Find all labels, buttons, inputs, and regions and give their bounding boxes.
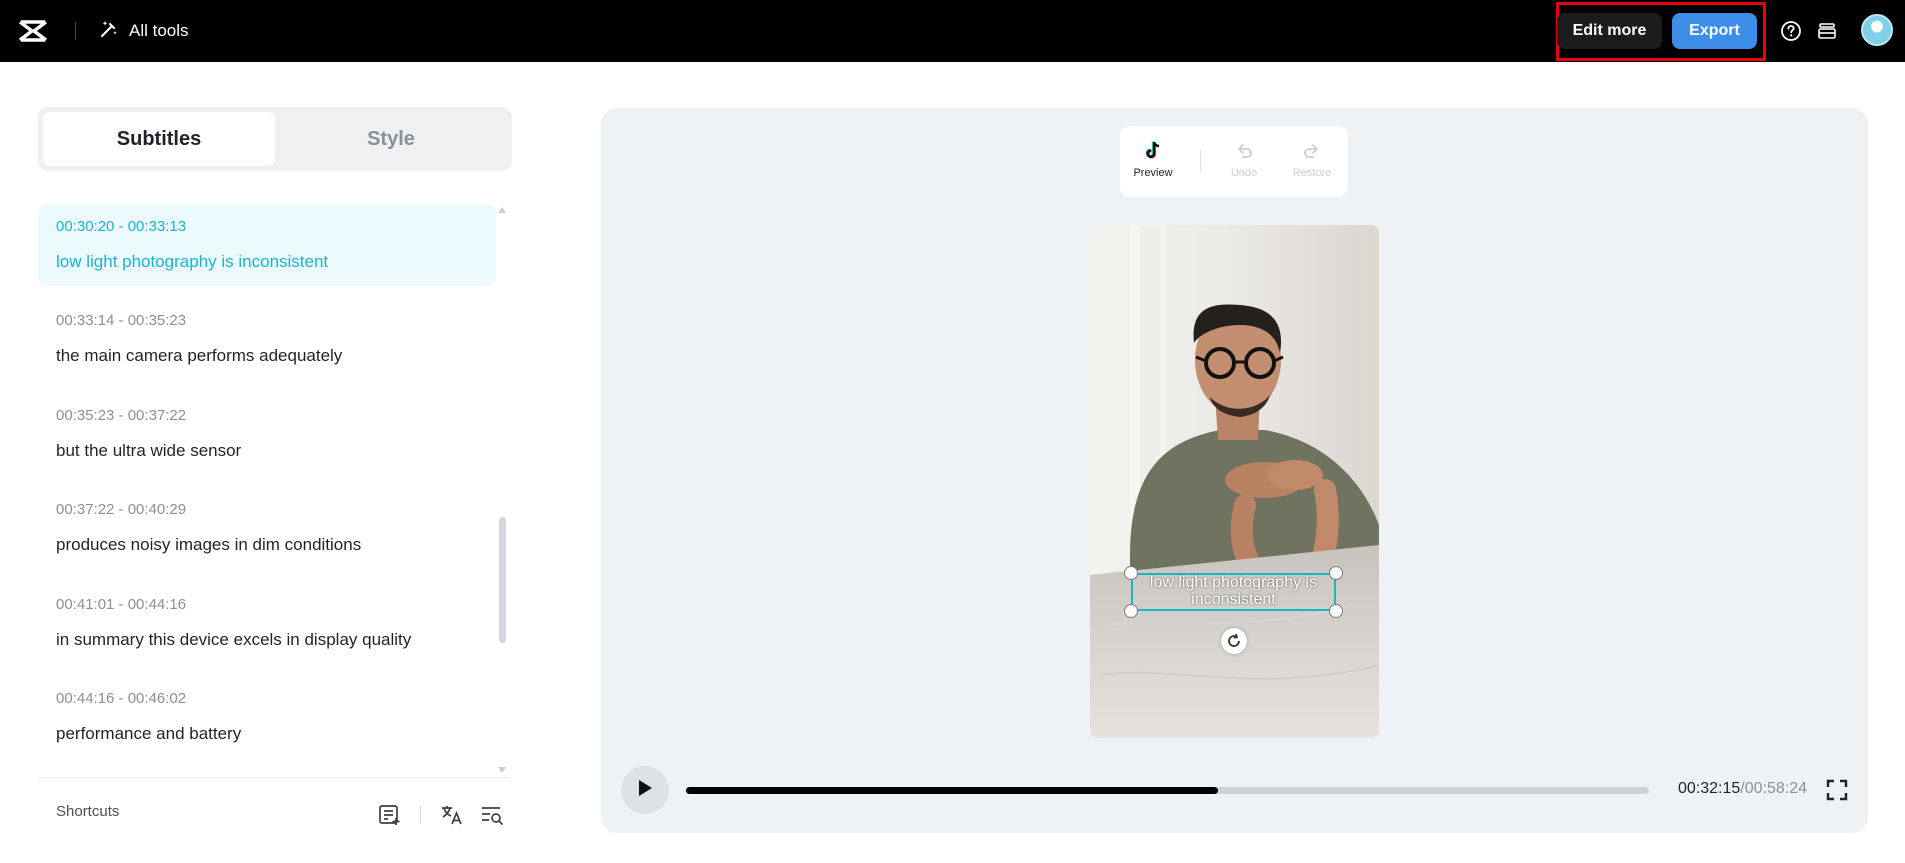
add-subtitle-icon[interactable] [377,803,403,827]
magic-wand-icon [99,19,119,44]
subtitle-text[interactable]: produces noisy images in dim conditions [56,535,478,555]
subtitle-timecode: 00:33:14 - 00:35:23 [56,312,187,329]
restore-label: Restore [1292,167,1332,179]
preview-label: Preview [1133,167,1173,179]
subtitle-item[interactable]: 00:33:14 - 00:35:23 the main camera perf… [38,298,496,380]
translate-icon[interactable] [439,803,465,827]
resize-handle-bottom-left[interactable] [1124,604,1138,618]
video-frame-image [1090,225,1379,738]
export-button[interactable]: Export [1672,13,1757,49]
avatar[interactable] [1861,14,1893,46]
subtitle-item[interactable]: 00:35:23 - 00:37:22 but the ultra wide s… [38,393,496,475]
play-icon [637,779,653,802]
resize-handle-top-left[interactable] [1124,566,1138,580]
all-tools-button[interactable]: All tools [99,18,189,44]
edit-more-button[interactable]: Edit more [1557,13,1662,49]
subtitle-style-tabs: Subtitles Style [38,107,512,171]
play-button[interactable] [621,766,669,814]
scroll-down-arrow-icon[interactable] [498,767,506,773]
preview-tool[interactable]: Preview [1123,140,1183,179]
tab-subtitles[interactable]: Subtitles [43,112,275,166]
redo-icon [1302,140,1322,163]
subtitle-text[interactable]: the main camera performs adequately [56,346,478,366]
search-replace-icon[interactable] [480,803,506,827]
rotate-icon[interactable] [1221,628,1247,654]
total-time: /00:58:24 [1740,780,1808,797]
capcut-logo-icon[interactable] [18,19,48,43]
subtitle-list: 00:30:20 - 00:33:13 low light photograph… [38,204,496,769]
caption-overlay-text[interactable]: low light photography is inconsistent [1126,574,1341,608]
current-time: 00:32:15 [1678,780,1741,797]
subtitle-timecode: 00:30:20 - 00:33:13 [56,218,187,235]
toolbar-divider [1200,150,1201,172]
bottom-toolbar-divider [420,806,421,824]
header-divider [75,22,76,40]
playback-progress-fill [686,787,1218,794]
top-bar: All tools Edit more Export [0,0,1905,62]
subtitle-text[interactable]: but the ultra wide sensor [56,441,478,461]
resize-handle-top-right[interactable] [1329,566,1343,580]
subtitle-timecode: 00:44:16 - 00:46:02 [56,690,187,707]
subtitle-item[interactable]: 00:41:01 - 00:44:16 in summary this devi… [38,582,496,664]
subtitle-timecode: 00:35:23 - 00:37:22 [56,407,187,424]
subtitle-item[interactable]: 00:44:16 - 00:46:02 performance and batt… [38,676,496,758]
all-tools-label: All tools [129,21,189,40]
playback-progress-bar[interactable] [686,787,1649,794]
shortcuts-link[interactable]: Shortcuts [56,803,119,820]
subtitle-text[interactable]: performance and battery [56,724,478,744]
undo-icon [1234,140,1254,163]
subtitle-item[interactable]: 00:37:22 - 00:40:29 produces noisy image… [38,487,496,569]
subtitle-text[interactable]: in summary this device excels in display… [56,630,478,650]
layers-icon[interactable] [1815,19,1839,43]
help-icon[interactable] [1779,19,1803,43]
subtitle-timecode: 00:41:01 - 00:44:16 [56,596,187,613]
subtitle-item[interactable]: 00:30:20 - 00:33:13 low light photograph… [38,204,496,286]
restore-tool[interactable]: Restore [1282,140,1342,179]
subtitle-text[interactable]: low light photography is inconsistent [56,252,478,272]
subtitle-timecode: 00:37:22 - 00:40:29 [56,501,187,518]
resize-handle-bottom-right[interactable] [1329,604,1343,618]
preview-toolbar: Preview Undo Restore [1120,126,1348,197]
scroll-up-arrow-icon[interactable] [498,207,506,213]
tiktok-icon [1143,140,1163,163]
fullscreen-icon[interactable] [1825,778,1849,802]
panel-divider [38,777,510,778]
tab-style[interactable]: Style [275,112,507,166]
undo-tool[interactable]: Undo [1214,140,1274,179]
video-preview[interactable] [1090,225,1379,738]
time-readout: 00:32:15/00:58:24 [1678,780,1807,798]
undo-label: Undo [1230,167,1258,179]
scrollbar-thumb[interactable] [499,517,506,643]
